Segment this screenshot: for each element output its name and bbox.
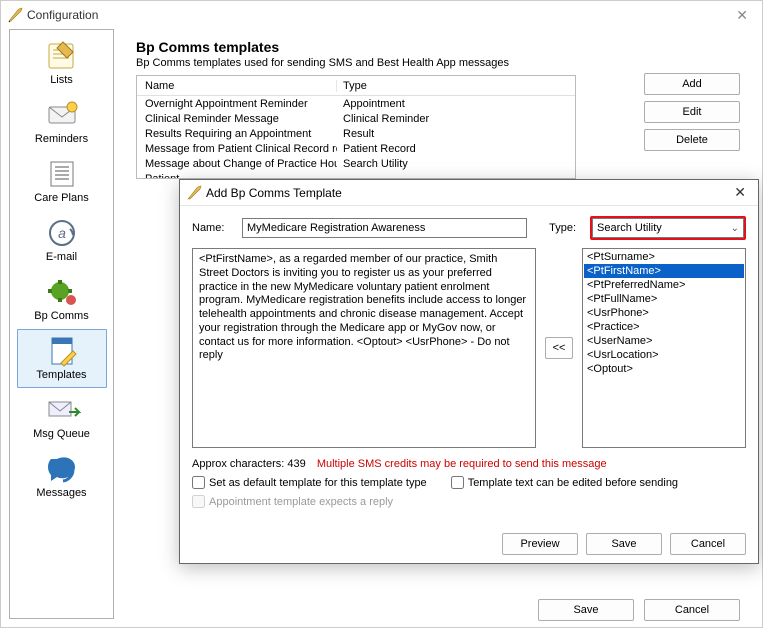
messages-icon [42, 452, 82, 486]
app-quill-icon [7, 7, 23, 23]
type-select[interactable]: Search Utility ⌄ [592, 218, 744, 238]
edit-button[interactable]: Edit [644, 101, 740, 123]
token-item[interactable]: <UsrPhone> [584, 306, 744, 320]
cell-type: Clinical Reminder [337, 113, 575, 125]
sidebar-item-templates[interactable]: Templates [17, 329, 107, 388]
chevron-down-icon: ⌄ [731, 223, 739, 234]
cell-name: Overnight Appointment Reminder [137, 98, 337, 110]
title-text: Configuration [27, 8, 98, 22]
editable-template-checkbox-input[interactable] [451, 476, 464, 489]
token-item[interactable]: <PtFirstName> [584, 264, 744, 278]
page-subheading: Bp Comms templates used for sending SMS … [136, 57, 750, 69]
sidebar-item-email[interactable]: a E-mail [17, 211, 107, 270]
cell-type: Patient Record [337, 143, 575, 155]
editable-template-label: Template text can be edited before sendi… [468, 477, 678, 489]
table-row[interactable]: Message from Patient Clinical Record re:… [137, 141, 575, 156]
sidebar-label: Care Plans [34, 192, 88, 204]
config-window: Configuration ✕ Lists Reminders Care P [0, 0, 763, 628]
type-label: Type: [549, 222, 576, 234]
templates-grid[interactable]: Name Type Overnight Appointment Reminder… [136, 75, 576, 179]
bp-comms-icon [42, 275, 82, 309]
dialog-title: Add Bp Comms Template [206, 186, 342, 200]
token-item[interactable]: <Practice> [584, 320, 744, 334]
delete-button[interactable]: Delete [644, 129, 740, 151]
editable-template-checkbox[interactable]: Template text can be edited before sendi… [451, 476, 678, 489]
default-template-checkbox-input[interactable] [192, 476, 205, 489]
name-label: Name: [192, 222, 234, 234]
col-header-name[interactable]: Name [137, 80, 337, 92]
reply-checkbox-label: Appointment template expects a reply [209, 496, 393, 508]
title-bar: Configuration ✕ [1, 1, 762, 29]
dialog-cancel-button[interactable]: Cancel [670, 533, 746, 555]
cell-name: Message about Change of Practice Hours [137, 158, 337, 170]
sidebar-label: Reminders [35, 133, 88, 145]
table-row[interactable]: Clinical Reminder MessageClinical Remind… [137, 111, 575, 126]
sidebar-item-bp-comms[interactable]: Bp Comms [17, 270, 107, 329]
page-cancel-button[interactable]: Cancel [644, 599, 740, 621]
sidebar-label: Messages [36, 487, 86, 499]
token-item[interactable]: <PtPreferredName> [584, 278, 744, 292]
reply-checkbox: Appointment template expects a reply [192, 495, 746, 508]
table-row[interactable]: Overnight Appointment ReminderAppointmen… [137, 96, 575, 111]
dialog-close-icon[interactable]: ✕ [728, 184, 752, 201]
cell-type: Appointment [337, 98, 575, 110]
cell-name: Clinical Reminder Message [137, 113, 337, 125]
sidebar-item-msg-queue[interactable]: Msg Queue [17, 388, 107, 447]
token-item[interactable]: <UsrLocation> [584, 348, 744, 362]
token-item[interactable]: <PtSurname> [584, 250, 744, 264]
sidebar: Lists Reminders Care Plans a E-mail [9, 29, 114, 619]
name-input[interactable] [242, 218, 527, 238]
approx-warning: Multiple SMS credits may be required to … [317, 458, 607, 470]
window-close-icon[interactable]: ✕ [728, 7, 756, 24]
care-plans-icon [42, 157, 82, 191]
dialog-title-bar: Add Bp Comms Template ✕ [180, 180, 758, 206]
table-row[interactable]: Patient [137, 171, 575, 179]
type-select-highlight: Search Utility ⌄ [590, 216, 746, 240]
templates-icon [42, 334, 82, 368]
cell-type: Result [337, 128, 575, 140]
grid-action-buttons: Add Edit Delete [644, 73, 740, 151]
col-header-type[interactable]: Type [337, 80, 575, 92]
table-row[interactable]: Message about Change of Practice HoursSe… [137, 156, 575, 171]
token-item[interactable]: <Optout> [584, 362, 744, 376]
page-save-button[interactable]: Save [538, 599, 634, 621]
add-template-dialog: Add Bp Comms Template ✕ Name: Type: Sear… [179, 179, 759, 564]
lists-icon [42, 39, 82, 73]
grid-header: Name Type [137, 76, 575, 96]
sidebar-item-care-plans[interactable]: Care Plans [17, 152, 107, 211]
sidebar-label: Bp Comms [34, 310, 88, 322]
dialog-save-button[interactable]: Save [586, 533, 662, 555]
insert-token-button[interactable]: << [545, 337, 573, 359]
sidebar-item-lists[interactable]: Lists [17, 34, 107, 93]
cell-name: Results Requiring an Appointment [137, 128, 337, 140]
page-heading: Bp Comms templates [136, 39, 750, 55]
svg-text:a: a [58, 225, 66, 241]
cell-type: Search Utility [337, 158, 575, 170]
cell-name: Message from Patient Clinical Record re:… [137, 143, 337, 155]
reminders-icon [42, 98, 82, 132]
preview-button[interactable]: Preview [502, 533, 578, 555]
type-select-value: Search Utility [597, 222, 662, 234]
sidebar-item-reminders[interactable]: Reminders [17, 93, 107, 152]
sidebar-label: Templates [36, 369, 86, 381]
default-template-checkbox[interactable]: Set as default template for this templat… [192, 476, 427, 489]
approx-label: Approx characters: [192, 458, 284, 470]
default-template-label: Set as default template for this templat… [209, 477, 427, 489]
sidebar-label: Lists [50, 74, 73, 86]
email-icon: a [42, 216, 82, 250]
dialog-quill-icon [186, 185, 202, 201]
approx-count: 439 [287, 458, 305, 470]
add-button[interactable]: Add [644, 73, 740, 95]
reply-checkbox-input [192, 495, 205, 508]
sidebar-label: Msg Queue [33, 428, 90, 440]
msg-queue-icon [42, 393, 82, 427]
page-bottom-buttons: Save Cancel [538, 599, 740, 621]
table-row[interactable]: Results Requiring an AppointmentResult [137, 126, 575, 141]
template-body-input[interactable] [192, 248, 536, 448]
sidebar-item-messages[interactable]: Messages [17, 447, 107, 506]
token-list[interactable]: <PtSurname><PtFirstName><PtPreferredName… [582, 248, 746, 448]
token-item[interactable]: <UserName> [584, 334, 744, 348]
sidebar-label: E-mail [46, 251, 77, 263]
token-item[interactable]: <PtFullName> [584, 292, 744, 306]
